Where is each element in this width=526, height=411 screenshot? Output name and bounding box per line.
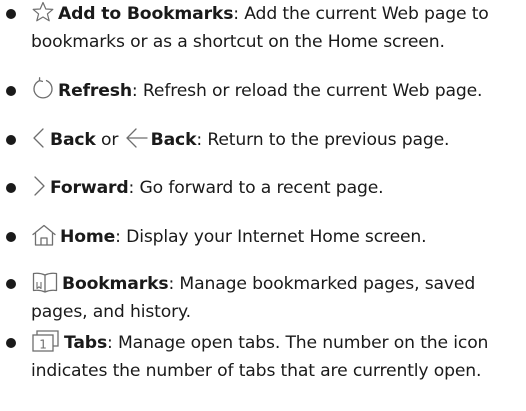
description: : Display your Internet Home screen. [115,227,427,247]
bullet [6,135,16,145]
description: : Go forward to a recent page. [128,178,384,198]
term-add-to-bookmarks: Add to Bookmarks [58,4,234,24]
term-bookmarks: Bookmarks [62,274,169,294]
arrow-left-icon [124,126,148,150]
refresh-icon [31,77,55,101]
tabs-icon: 1 [31,329,61,353]
bullet [6,279,16,289]
term-home: Home [60,227,116,247]
bullet [6,86,16,96]
description: : Return to the previous page. [196,130,450,150]
term-forward: Forward [50,178,129,198]
tabs-count: 1 [39,338,47,352]
home-icon [31,223,57,247]
star-outline-icon [31,0,55,24]
description: : Refresh or reload the current Web page… [131,81,483,101]
book-icon [31,270,59,294]
toolbar-icon-list: Add to Bookmarks: Add the current Web pa… [0,0,526,411]
bullet [6,232,16,242]
term-back-alt: Back [150,130,197,150]
bullet [6,338,16,348]
term-tabs: Tabs [64,333,108,353]
or-text: or [95,130,124,150]
bullet [6,183,16,193]
bullet [6,9,16,19]
term-back: Back [50,130,96,150]
term-refresh: Refresh [58,81,132,101]
chevron-right-icon [31,174,47,198]
chevron-left-icon [31,126,47,150]
